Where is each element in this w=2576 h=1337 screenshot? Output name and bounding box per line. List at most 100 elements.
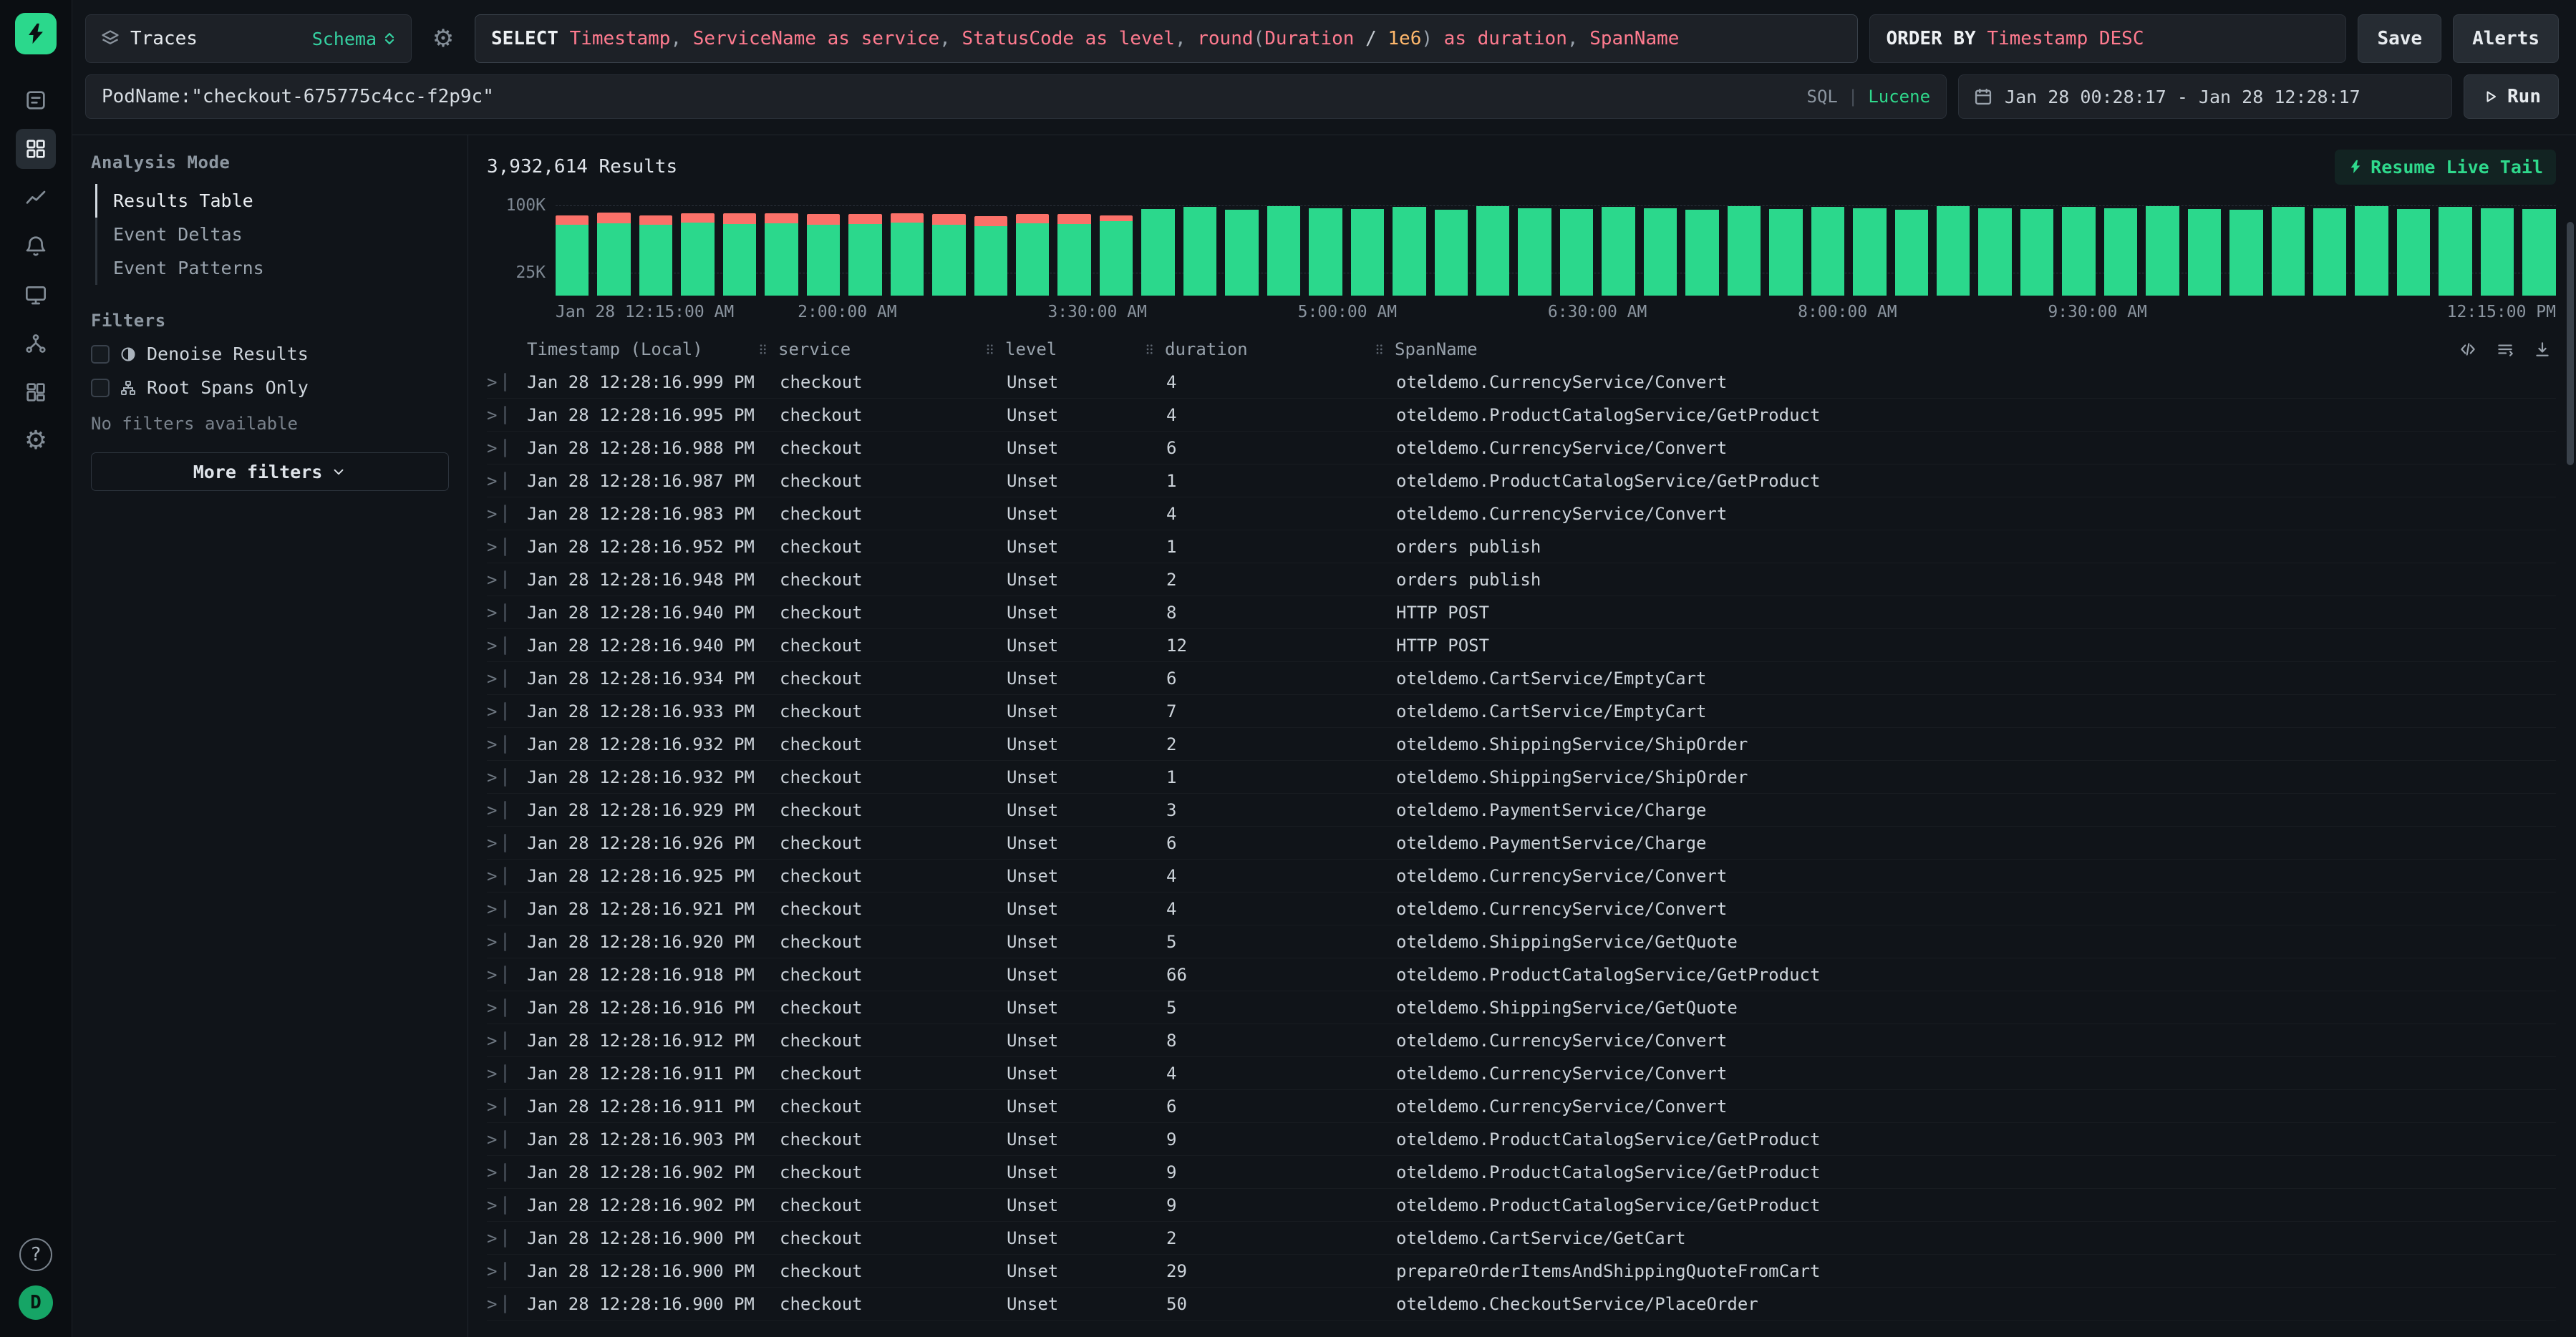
- filter-root-spans[interactable]: Root Spans Only: [91, 377, 449, 398]
- row-expand-icon[interactable]: >: [487, 965, 497, 985]
- row-expand-icon[interactable]: >: [487, 438, 497, 458]
- sessions-monitor-icon[interactable]: [16, 275, 56, 315]
- results-table-icon[interactable]: [16, 129, 56, 169]
- table-row[interactable]: > Jan 28 12:28:16.934 PM checkout Unset …: [487, 662, 2556, 695]
- histogram-bar[interactable]: [2020, 209, 2053, 296]
- histogram-bar[interactable]: [1895, 210, 1928, 296]
- row-expand-icon[interactable]: >: [487, 1097, 497, 1117]
- histogram-bar[interactable]: [932, 214, 965, 296]
- row-expand-icon[interactable]: >: [487, 800, 497, 820]
- service-map-icon[interactable]: [16, 324, 56, 364]
- row-expand-icon[interactable]: >: [487, 405, 497, 425]
- histogram-bar[interactable]: [1476, 206, 1509, 296]
- download-icon[interactable]: [2533, 340, 2552, 359]
- table-row[interactable]: > Jan 28 12:28:16.903 PM checkout Unset …: [487, 1123, 2556, 1156]
- histogram-bar[interactable]: [681, 213, 714, 296]
- order-by-editor[interactable]: ORDER BY Timestamp DESC: [1869, 14, 2346, 63]
- language-sql[interactable]: SQL: [1807, 87, 1838, 107]
- histogram-bar[interactable]: [2146, 206, 2179, 296]
- column-header-duration[interactable]: duration: [1143, 339, 1373, 359]
- row-expand-icon[interactable]: >: [487, 1228, 497, 1248]
- histogram-bar[interactable]: [1351, 209, 1384, 296]
- histogram-bar[interactable]: [974, 216, 1007, 296]
- row-expand-icon[interactable]: >: [487, 537, 497, 557]
- row-expand-icon[interactable]: >: [487, 603, 497, 623]
- histogram-bar[interactable]: [1602, 207, 1635, 296]
- table-row[interactable]: > Jan 28 12:28:16.940 PM checkout Unset …: [487, 596, 2556, 629]
- denoise-checkbox[interactable]: [91, 345, 110, 364]
- table-row[interactable]: > Jan 28 12:28:16.932 PM checkout Unset …: [487, 761, 2556, 794]
- sql-editor[interactable]: SELECT Timestamp, ServiceName as service…: [475, 14, 1858, 63]
- language-lucene[interactable]: Lucene: [1868, 87, 1930, 107]
- histogram-bar[interactable]: [1560, 209, 1593, 296]
- table-row[interactable]: > Jan 28 12:28:16.932 PM checkout Unset …: [487, 728, 2556, 761]
- help-icon[interactable]: ?: [19, 1238, 52, 1271]
- settings-gear-icon[interactable]: ⚙: [16, 421, 56, 461]
- table-row[interactable]: > Jan 28 12:28:16.948 PM checkout Unset …: [487, 563, 2556, 596]
- analysis-mode-item[interactable]: Event Patterns: [95, 251, 449, 285]
- histogram-bar[interactable]: [2062, 207, 2095, 296]
- histogram-bar[interactable]: [1435, 210, 1468, 296]
- table-row[interactable]: > Jan 28 12:28:16.902 PM checkout Unset …: [487, 1189, 2556, 1222]
- run-button[interactable]: Run: [2464, 74, 2559, 119]
- histogram-bar[interactable]: [1978, 208, 2011, 296]
- alerts-button[interactable]: Alerts: [2453, 14, 2559, 63]
- row-expand-icon[interactable]: >: [487, 1064, 497, 1084]
- histogram-bar[interactable]: [2272, 207, 2305, 296]
- histogram-bar[interactable]: [597, 213, 630, 296]
- row-expand-icon[interactable]: >: [487, 636, 497, 656]
- column-header-spanname[interactable]: SpanName: [1373, 339, 2556, 359]
- histogram-bar[interactable]: [1141, 209, 1174, 296]
- table-row[interactable]: > Jan 28 12:28:16.912 PM checkout Unset …: [487, 1024, 2556, 1057]
- table-row[interactable]: > Jan 28 12:28:16.929 PM checkout Unset …: [487, 794, 2556, 827]
- row-expand-icon[interactable]: >: [487, 767, 497, 787]
- row-expand-icon[interactable]: >: [487, 570, 497, 590]
- search-input[interactable]: PodName:"checkout-675775c4cc-f2p9c" SQL …: [85, 74, 1947, 119]
- table-row[interactable]: > Jan 28 12:28:16.918 PM checkout Unset …: [487, 958, 2556, 991]
- schema-select[interactable]: Schema: [312, 29, 397, 49]
- histogram-bar[interactable]: [1728, 206, 1761, 296]
- wrap-lines-icon[interactable]: [2496, 340, 2514, 359]
- column-header-service[interactable]: service: [757, 339, 984, 359]
- row-expand-icon[interactable]: >: [487, 504, 497, 524]
- histogram-bar[interactable]: [2439, 207, 2471, 296]
- table-row[interactable]: > Jan 28 12:28:16.911 PM checkout Unset …: [487, 1090, 2556, 1123]
- histogram-bar[interactable]: [848, 214, 881, 296]
- histogram-bar[interactable]: [1100, 215, 1133, 296]
- row-expand-icon[interactable]: >: [487, 1195, 497, 1215]
- histogram-bar[interactable]: [1016, 214, 1049, 296]
- table-row[interactable]: > Jan 28 12:28:16.920 PM checkout Unset …: [487, 925, 2556, 958]
- table-row[interactable]: > Jan 28 12:28:16.952 PM checkout Unset …: [487, 530, 2556, 563]
- histogram-bar[interactable]: [1225, 210, 1258, 296]
- histogram-bar[interactable]: [1937, 206, 1970, 296]
- histogram-bar[interactable]: [1393, 207, 1425, 296]
- histogram-bar[interactable]: [1811, 207, 1844, 296]
- table-row[interactable]: > Jan 28 12:28:16.987 PM checkout Unset …: [487, 465, 2556, 497]
- date-range-picker[interactable]: Jan 28 00:28:17 - Jan 28 12:28:17: [1958, 74, 2452, 119]
- row-expand-icon[interactable]: >: [487, 1261, 497, 1281]
- histogram-bar[interactable]: [1853, 208, 1886, 296]
- column-header-timestamp[interactable]: Timestamp (Local): [527, 339, 757, 359]
- table-row[interactable]: > Jan 28 12:28:16.900 PM checkout Unset …: [487, 1288, 2556, 1321]
- histogram-bar[interactable]: [556, 215, 589, 296]
- resume-live-tail-button[interactable]: Resume Live Tail: [2335, 150, 2556, 185]
- histogram-bar[interactable]: [723, 213, 756, 296]
- table-row[interactable]: > Jan 28 12:28:16.902 PM checkout Unset …: [487, 1156, 2556, 1189]
- histogram-bar[interactable]: [807, 214, 840, 296]
- histogram-bar[interactable]: [1685, 210, 1718, 296]
- table-row[interactable]: > Jan 28 12:28:16.999 PM checkout Unset …: [487, 366, 2556, 399]
- histogram-bar[interactable]: [2229, 210, 2262, 296]
- histogram-bar[interactable]: [2104, 208, 2137, 296]
- analysis-mode-item[interactable]: Event Deltas: [95, 218, 449, 251]
- dashboards-icon[interactable]: [16, 372, 56, 412]
- more-filters-button[interactable]: More filters: [91, 452, 449, 491]
- column-grip-icon[interactable]: [757, 343, 770, 356]
- user-avatar[interactable]: D: [19, 1285, 53, 1320]
- histogram-bar[interactable]: [2481, 208, 2514, 296]
- histogram-bar[interactable]: [1769, 209, 1802, 296]
- row-expand-icon[interactable]: >: [487, 866, 497, 886]
- column-grip-icon[interactable]: [1143, 343, 1156, 356]
- histogram-bar[interactable]: [1309, 208, 1342, 296]
- row-expand-icon[interactable]: >: [487, 701, 497, 721]
- column-header-level[interactable]: level: [984, 339, 1143, 359]
